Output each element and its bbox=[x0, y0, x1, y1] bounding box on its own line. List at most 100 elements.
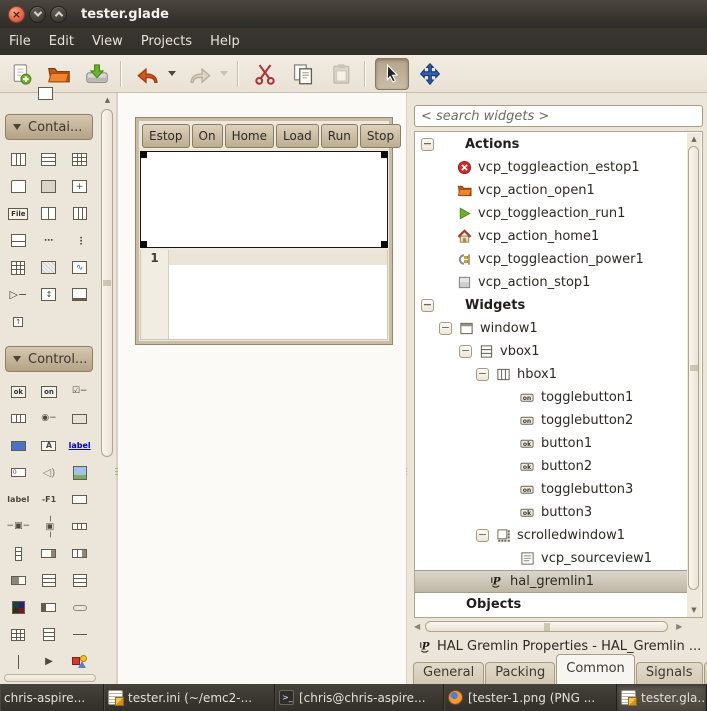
design-stop-button[interactable]: Stop bbox=[360, 124, 401, 148]
filechooser-widget-icon[interactable]: File bbox=[3, 200, 34, 227]
paste-button[interactable] bbox=[324, 58, 358, 90]
tree-horizontal-scrollbar[interactable]: ◀ ▶ bbox=[414, 620, 703, 633]
design-estop-togglebutton[interactable]: Estop bbox=[142, 124, 190, 148]
tree-row-objects[interactable]: Objects bbox=[415, 593, 687, 616]
tree-row-vcp-action-stop1[interactable]: vcp_action_stop1 bbox=[415, 271, 687, 294]
vbuttonbox-icon[interactable]: ⋯ bbox=[34, 227, 65, 254]
selection-handle[interactable] bbox=[140, 241, 147, 248]
tree-row-vcp-action-open1[interactable]: vcp_action_open1 bbox=[415, 179, 687, 202]
open-project-button[interactable] bbox=[42, 58, 76, 90]
copy-button[interactable] bbox=[286, 58, 320, 90]
tree-row-button3[interactable]: ok button3 bbox=[415, 501, 687, 524]
paned-handle-left[interactable] bbox=[115, 468, 118, 477]
label-icon[interactable]: label bbox=[3, 486, 34, 513]
collapse-expander-icon[interactable] bbox=[476, 368, 489, 381]
collapse-expander-icon[interactable] bbox=[476, 529, 489, 542]
combobox-icon[interactable] bbox=[34, 540, 65, 567]
volumebutton-icon[interactable]: ◁) bbox=[34, 459, 65, 486]
collapse-expander-icon[interactable] bbox=[421, 138, 434, 151]
redo-dropdown-arrow[interactable] bbox=[220, 71, 228, 76]
tab-general[interactable]: General bbox=[413, 662, 484, 684]
layout-icon[interactable]: ↕ bbox=[34, 281, 65, 308]
design-window-window1[interactable]: Estop On Home Load Run Stop 1 bbox=[135, 117, 393, 345]
tree-hscrollbar-thumb[interactable] bbox=[425, 621, 668, 632]
table-icon[interactable] bbox=[64, 146, 95, 173]
scroll-up-arrow-icon[interactable]: ▲ bbox=[687, 133, 701, 146]
save-project-button[interactable] bbox=[80, 58, 114, 90]
taskbar-item-chris-aspire[interactable]: chris-aspire... bbox=[0, 684, 104, 711]
selector-mode-button[interactable] bbox=[375, 58, 409, 90]
taskbar-item-tester-ini[interactable]: tester.ini (~/emc2-... bbox=[104, 684, 275, 711]
cut-button[interactable] bbox=[248, 58, 282, 90]
handlebox-icon[interactable]: ↑ bbox=[3, 308, 34, 335]
arrow-icon[interactable]: ▶ bbox=[34, 648, 65, 675]
radiobutton-icon[interactable]: ◉− bbox=[34, 405, 65, 432]
treeview-icon[interactable] bbox=[34, 621, 65, 648]
design-hbox1[interactable]: Estop On Home Load Run Stop bbox=[139, 121, 389, 151]
hseparator-tool-icon[interactable] bbox=[64, 594, 95, 621]
sourceview-text-area[interactable] bbox=[169, 265, 387, 339]
maximize-window-button[interactable] bbox=[50, 6, 67, 23]
tree-row-button2[interactable]: ok button2 bbox=[415, 455, 687, 478]
tab-signals[interactable]: Signals bbox=[636, 662, 703, 684]
redo-button[interactable] bbox=[183, 58, 217, 90]
curve-icon[interactable]: ∿ bbox=[64, 254, 95, 281]
collapse-expander-icon[interactable] bbox=[439, 322, 452, 335]
minimize-window-button[interactable] bbox=[29, 6, 46, 23]
tree-row-vcp-action-home1[interactable]: vcp_action_home1 bbox=[415, 225, 687, 248]
tree-row-togglebutton3[interactable]: on togglebutton3 bbox=[415, 478, 687, 501]
scroll-down-arrow-icon[interactable]: ▼ bbox=[687, 604, 701, 617]
frame-icon[interactable] bbox=[3, 173, 34, 200]
selection-handle[interactable] bbox=[140, 151, 147, 158]
entry-icon[interactable] bbox=[64, 486, 95, 513]
viewport-icon[interactable] bbox=[3, 254, 34, 281]
vpaned-icon[interactable] bbox=[64, 200, 95, 227]
linkbutton-icon[interactable]: label bbox=[64, 432, 95, 459]
hpaned-icon[interactable] bbox=[34, 200, 65, 227]
tree-row-togglebutton2[interactable]: on togglebutton2 bbox=[415, 409, 687, 432]
new-project-button[interactable] bbox=[4, 58, 38, 90]
palette-clipped-item[interactable] bbox=[38, 87, 53, 100]
tab-packing[interactable]: Packing bbox=[485, 662, 555, 684]
taskbar-item-tester-glade-active[interactable]: tester.gla... bbox=[617, 684, 707, 711]
collapse-expander-icon[interactable] bbox=[421, 299, 434, 312]
tree-row-togglebutton1[interactable]: on togglebutton1 bbox=[415, 386, 687, 409]
vseparator-icon[interactable] bbox=[3, 648, 34, 675]
selection-handle[interactable] bbox=[381, 151, 388, 158]
design-sourceview[interactable]: 1 bbox=[140, 250, 388, 340]
tree-row-widgets[interactable]: Widgets bbox=[415, 294, 687, 317]
undo-button[interactable] bbox=[131, 58, 165, 90]
menu-help[interactable]: Help bbox=[201, 30, 249, 53]
progressbar-icon[interactable] bbox=[3, 567, 34, 594]
combo-icon[interactable] bbox=[34, 594, 65, 621]
widget-tree[interactable]: Actions vcp_toggleaction_estop1 vcp_acti… bbox=[414, 131, 703, 618]
menu-edit[interactable]: Edit bbox=[40, 30, 83, 53]
image-icon[interactable] bbox=[64, 459, 95, 486]
calendar-icon[interactable] bbox=[3, 621, 34, 648]
palette-vertical-scrollbar[interactable]: ▲ bbox=[100, 95, 115, 677]
tree-row-actions[interactable]: Actions bbox=[415, 133, 687, 156]
tree-row-hal-gremlin1-selected[interactable]: P hal_gremlin1 bbox=[415, 570, 687, 593]
checkbutton-icon[interactable]: ☑− bbox=[64, 378, 95, 405]
titlebar[interactable]: × tester.glade bbox=[0, 0, 707, 28]
palette-section-containers[interactable]: Contai... bbox=[5, 114, 93, 140]
palette-horizontal-scrollbar[interactable] bbox=[4, 674, 96, 682]
search-widgets-input[interactable] bbox=[414, 105, 703, 127]
selection-handle[interactable] bbox=[381, 241, 388, 248]
design-home-button[interactable]: Home bbox=[225, 124, 274, 148]
hbox-icon[interactable] bbox=[3, 146, 34, 173]
alignment-icon[interactable] bbox=[34, 173, 65, 200]
scrolledwindow-icon[interactable]: ⋯ bbox=[64, 227, 95, 254]
fixed-icon[interactable]: + bbox=[64, 173, 95, 200]
menu-view[interactable]: View bbox=[83, 30, 132, 53]
design-hal-gremlin-selected[interactable] bbox=[140, 151, 388, 248]
palette-scrollbar-thumb[interactable] bbox=[101, 109, 113, 457]
taskbar-item-tester-png[interactable]: [tester-1.png (PNG ... bbox=[444, 684, 617, 711]
hscale-icon[interactable]: −▣− bbox=[3, 513, 34, 540]
tree-row-vcp-sourceview1[interactable]: vcp_sourceview1 bbox=[415, 547, 687, 570]
comboboxentry-icon[interactable] bbox=[64, 540, 95, 567]
undo-dropdown-arrow[interactable] bbox=[168, 71, 176, 76]
drag-resize-mode-button[interactable] bbox=[413, 58, 447, 90]
notebook-icon[interactable] bbox=[64, 281, 95, 308]
tab-common-active[interactable]: Common bbox=[556, 654, 635, 684]
